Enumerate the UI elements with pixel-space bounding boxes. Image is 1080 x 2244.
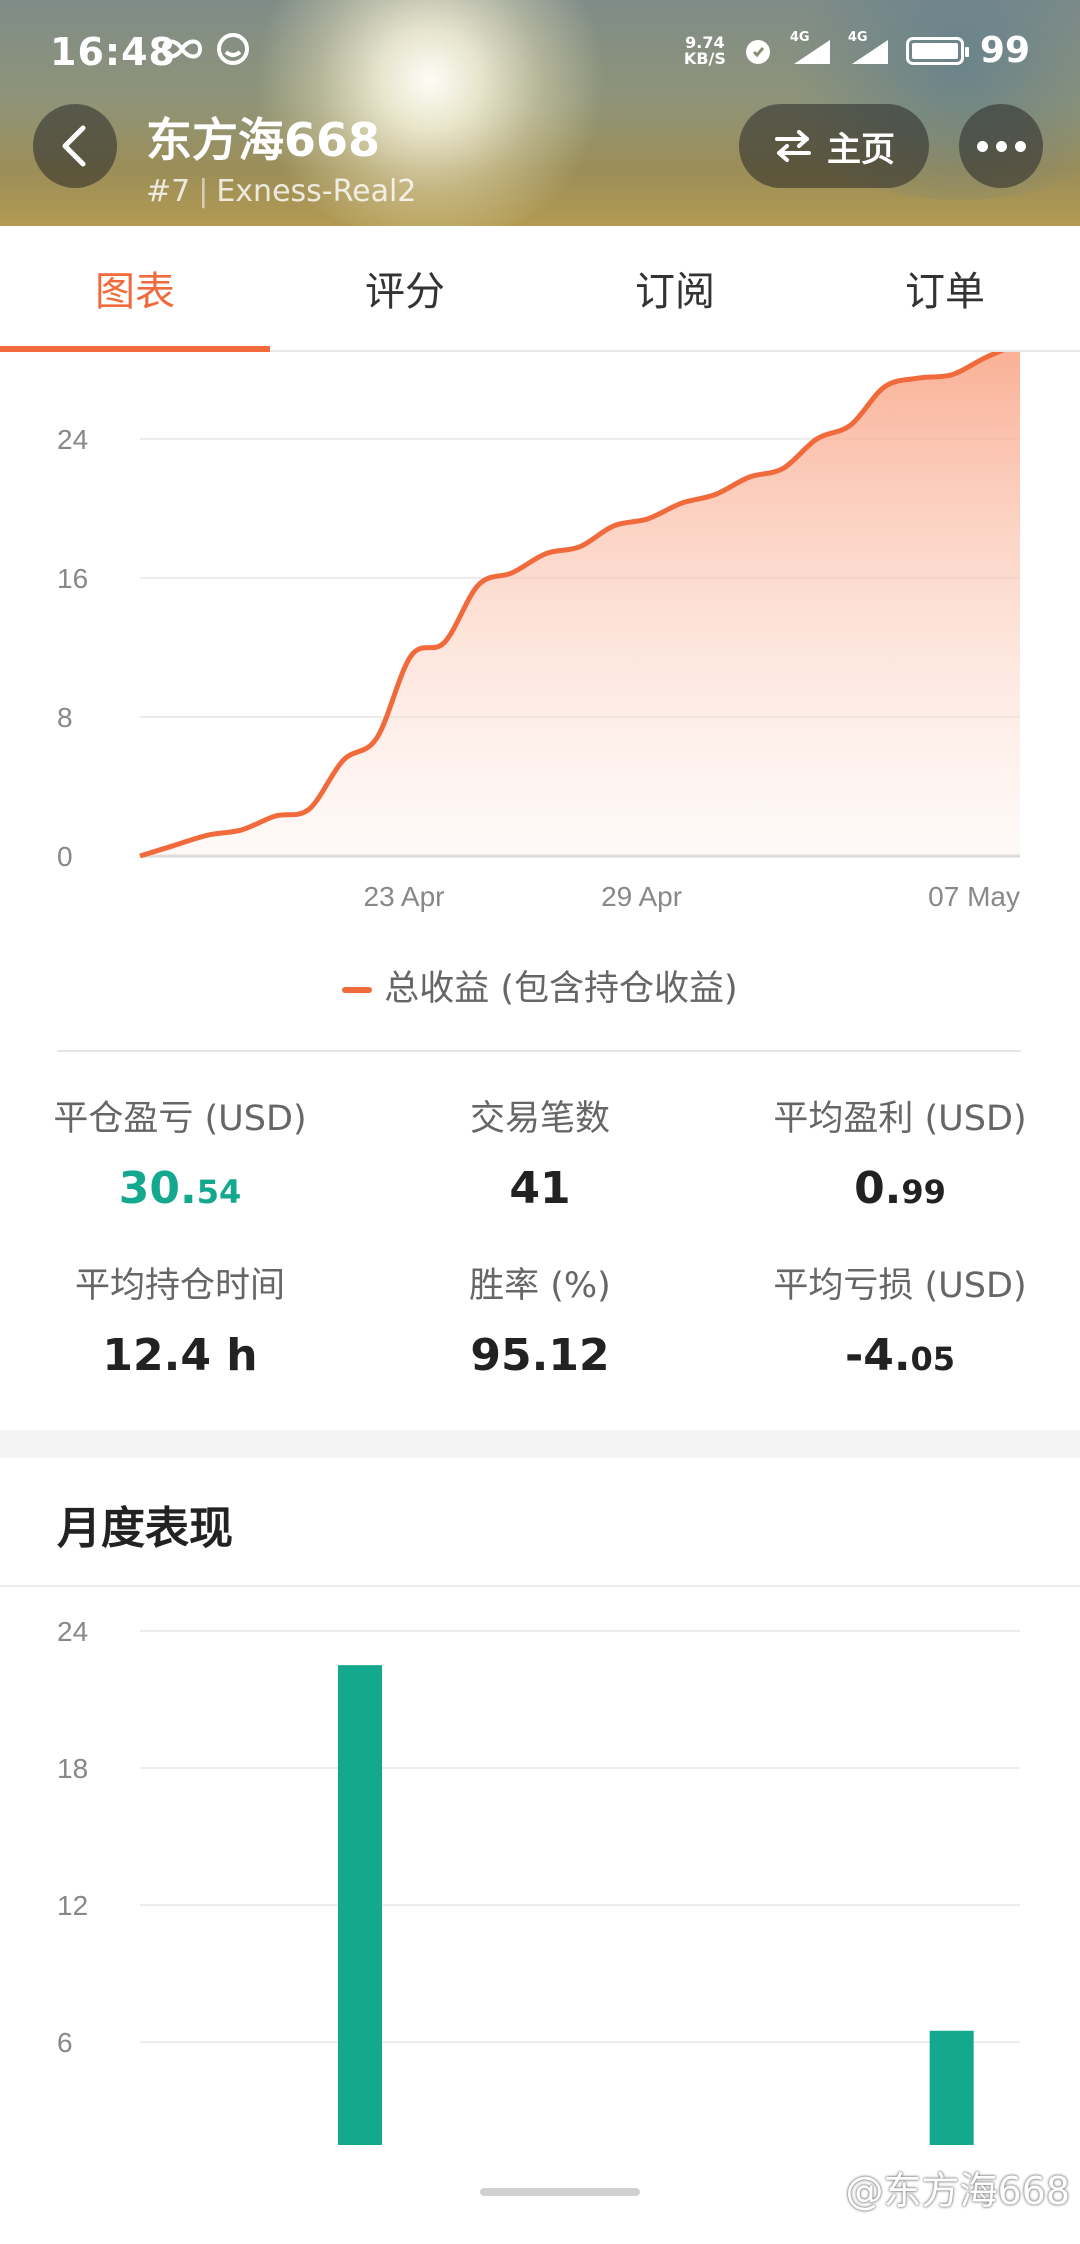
alarm-icon xyxy=(745,39,770,64)
more-dot-icon xyxy=(976,140,988,152)
profile-header: 16:48 9.74 KB/S 4G 4G 99 东方海668 #7 | Exn… xyxy=(0,0,1080,226)
chart-legend: 总收益 (包含持仓收益) xyxy=(0,960,1080,1011)
signal-4g-icon-2: 4G xyxy=(848,30,890,66)
sync-icon xyxy=(217,33,249,65)
y-tick-label: 12 xyxy=(57,1890,88,1921)
swap-icon xyxy=(775,130,811,162)
infinity-icon xyxy=(161,39,203,59)
watermark: @东方海668 xyxy=(845,2169,1070,2213)
status-bar: 16:48 9.74 KB/S 4G 4G 99 xyxy=(0,0,1080,106)
account-subtitle: #7 | Exness-Real2 xyxy=(146,174,417,209)
stat-avg-profit: 平均盈利 (USD) 0.99 xyxy=(773,1099,1027,1214)
status-time: 16:48 xyxy=(50,30,176,74)
y-tick-label: 24 xyxy=(57,1616,88,1647)
monthly-bar[interactable] xyxy=(338,1665,382,2145)
page-title: 东方海668 xyxy=(146,113,381,167)
section-gap xyxy=(0,1430,1080,1458)
profit-area xyxy=(140,352,1020,856)
signal-4g-icon: 4G xyxy=(790,30,832,66)
legend-label: 总收益 (包含持仓收益) xyxy=(384,969,738,1009)
monthly-bar[interactable] xyxy=(929,2030,974,2145)
x-tick-label: 29 Apr xyxy=(601,881,682,912)
account-label: Exness-Real2 xyxy=(216,174,417,209)
stat-avg-hold: 平均持仓时间 12.4 h xyxy=(74,1266,285,1381)
battery-level: 99 xyxy=(979,30,1030,71)
tab-chart[interactable]: 图表 xyxy=(0,226,270,352)
stat-win-rate: 胜率 (%) 95.12 xyxy=(469,1266,611,1381)
tab-rating[interactable]: 评分 xyxy=(270,226,540,350)
y-tick-label: 6 xyxy=(57,2027,73,2058)
y-tick-label: 18 xyxy=(57,1753,88,1784)
stat-trades: 交易笔数 41 xyxy=(469,1099,610,1214)
back-button[interactable] xyxy=(33,104,117,188)
x-tick-label: 23 Apr xyxy=(364,881,445,912)
x-tick-label: 07 May xyxy=(928,881,1020,912)
rank-label: #7 xyxy=(146,174,191,209)
battery-icon xyxy=(905,36,969,65)
stat-closed-pl: 平仓盈亏 (USD) 30.54 xyxy=(53,1099,307,1214)
divider xyxy=(57,1050,1021,1052)
y-tick-label: 24 xyxy=(57,424,88,455)
home-indicator[interactable] xyxy=(480,2188,640,2196)
chevron-left-icon xyxy=(62,125,86,167)
tab-subscribe[interactable]: 订阅 xyxy=(540,226,810,350)
home-button-label: 主页 xyxy=(827,129,895,170)
stat-avg-loss: 平均亏损 (USD) -4.05 xyxy=(773,1266,1027,1381)
monthly-chart: 6 12 18 24 xyxy=(57,1616,1020,2145)
divider xyxy=(0,1585,1080,1587)
tab-bar: 图表 评分 订阅 订单 xyxy=(0,226,1080,352)
net-speed: 9.74 KB/S xyxy=(683,32,726,68)
tab-orders[interactable]: 订单 xyxy=(810,226,1080,350)
y-tick-label: 16 xyxy=(57,563,88,594)
more-button[interactable] xyxy=(959,104,1043,188)
y-tick-label: 0 xyxy=(57,841,73,872)
home-button[interactable]: 主页 xyxy=(739,104,929,188)
y-tick-label: 8 xyxy=(57,702,73,733)
profit-chart: 0 8 16 24 23 Apr 29 Apr 07 May xyxy=(57,352,1020,912)
legend-swatch xyxy=(342,987,373,993)
section-title-monthly: 月度表现 xyxy=(57,1503,233,1554)
